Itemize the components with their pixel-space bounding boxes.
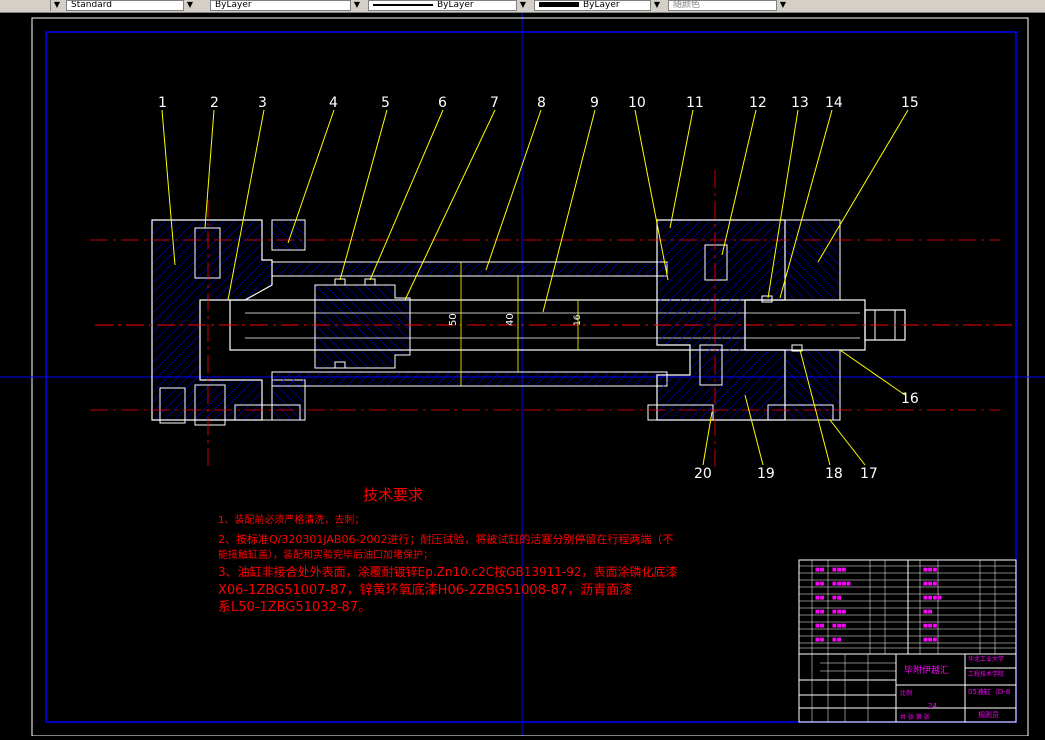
dim-diameter-40: 40: [505, 313, 516, 326]
title-drawing-name: 05液缸（D-8: [968, 687, 1010, 696]
lineweight-swatch: [539, 2, 579, 7]
svg-text:■■: ■■: [815, 581, 825, 587]
svg-text:■■■: ■■■: [832, 567, 846, 573]
callout-1: 1: [158, 95, 167, 111]
callout-16: 16: [901, 391, 919, 407]
linetype-value: ByLayer: [437, 0, 474, 10]
callout-7: 7: [490, 95, 499, 111]
title-designer: 毕附伊越汇: [904, 664, 949, 676]
tech-line-3a: 3、油缸非接合处外表面，涂覆耐镀锌Ep.Zn10.c2C按GB13911-92，…: [218, 564, 677, 579]
tech-line-1: 1、装配前必须严格清洗，去刺；: [218, 513, 364, 526]
svg-text:■■■: ■■■: [923, 637, 937, 643]
svg-text:■■■: ■■■: [923, 623, 937, 629]
dim-diameter-50: 50: [448, 313, 459, 326]
svg-text:■■: ■■: [832, 595, 842, 601]
dropdown-arrow-icon[interactable]: ▼: [183, 0, 196, 11]
callout-14: 14: [825, 95, 843, 111]
callout-5: 5: [381, 95, 390, 111]
callout-19: 19: [757, 466, 775, 482]
properties-toolbar: ▼ Standard ▼ ByLayer ▼ ByLayer ▼ ByLayer…: [0, 0, 1045, 13]
dropdown-arrow-icon[interactable]: ▼: [50, 0, 63, 11]
plot-style-value: 随颜色: [673, 0, 701, 10]
layer-color-select[interactable]: ByLayer: [210, 0, 362, 11]
callout-11: 11: [686, 95, 704, 111]
tech-line-2b: 能接触缸盖），装配和实验完毕后油口加堵保护；: [218, 548, 433, 561]
linetype-swatch: [373, 3, 433, 6]
svg-text:■■: ■■: [815, 637, 825, 643]
callout-4: 4: [329, 95, 338, 111]
svg-text:■■■: ■■■: [923, 567, 937, 573]
tech-line-3c: 系L50-1ZBG51032-87。: [218, 600, 371, 615]
svg-text:■■■■: ■■■■: [832, 581, 851, 587]
callout-6: 6: [438, 95, 447, 111]
lineweight-select[interactable]: ByLayer: [534, 0, 662, 11]
svg-text:■■: ■■: [923, 609, 933, 615]
lineweight-value: ByLayer: [583, 0, 620, 10]
text-style-value: Standard: [71, 0, 112, 10]
callout-10: 10: [628, 95, 646, 111]
title-school-2: 工程技术学院: [968, 670, 1004, 678]
cad-drawing: 50 40 16 1 2 3 4 5 6 7 8 9 10 11 12 13 1…: [0, 13, 1045, 737]
title-sig: 规则员: [978, 710, 999, 719]
title-school-1: 华北工业大学: [968, 655, 1004, 663]
dropdown-arrow-icon[interactable]: ▼: [516, 0, 529, 11]
tech-title: 技术要求: [363, 486, 423, 504]
callout-3: 3: [258, 95, 267, 111]
svg-text:■■: ■■: [815, 567, 825, 573]
callout-15: 15: [901, 95, 919, 111]
dim-diameter-16: 16: [573, 314, 583, 326]
linetype-select[interactable]: ByLayer: [368, 0, 528, 11]
callout-9: 9: [590, 95, 599, 111]
callout-2: 2: [210, 95, 219, 111]
callout-8: 8: [537, 95, 546, 111]
dropdown-arrow-icon[interactable]: ▼: [776, 0, 789, 11]
title-sheet-no: 24: [928, 702, 937, 710]
svg-text:■■: ■■: [815, 623, 825, 629]
layer-color-value: ByLayer: [215, 0, 252, 10]
callout-17: 17: [860, 466, 878, 482]
dropdown-arrow-icon[interactable]: ▼: [650, 0, 663, 11]
svg-text:■■: ■■: [832, 637, 842, 643]
tech-line-3b: X06-1ZBG51007-87，锌黄环氧底漆H06-2ZBG51008-87，…: [218, 582, 632, 598]
title-sheet-label: 共 张 第 张: [900, 713, 930, 721]
callout-18: 18: [825, 466, 843, 482]
callout-12: 12: [749, 95, 767, 111]
callout-13: 13: [791, 95, 809, 111]
svg-text:■■■■: ■■■■: [923, 595, 942, 601]
title-scale-label: 比例: [900, 689, 912, 697]
svg-text:■■: ■■: [815, 595, 825, 601]
svg-text:■■: ■■: [815, 609, 825, 615]
svg-text:■■■: ■■■: [832, 609, 846, 615]
tech-line-2a: 2、按标准Q/320301JAB06-2002进行；耐压试验，将被试缸的活塞分别…: [218, 532, 673, 546]
svg-text:■■■: ■■■: [923, 581, 937, 587]
drawing-canvas[interactable]: 50 40 16 1 2 3 4 5 6 7 8 9 10 11 12 13 1…: [0, 13, 1045, 737]
callout-20: 20: [694, 466, 712, 482]
text-style-select[interactable]: Standard: [66, 0, 196, 11]
svg-text:■■■: ■■■: [832, 623, 846, 629]
plot-style-select[interactable]: 随颜色: [668, 0, 788, 11]
dropdown-arrow-icon[interactable]: ▼: [350, 0, 363, 11]
